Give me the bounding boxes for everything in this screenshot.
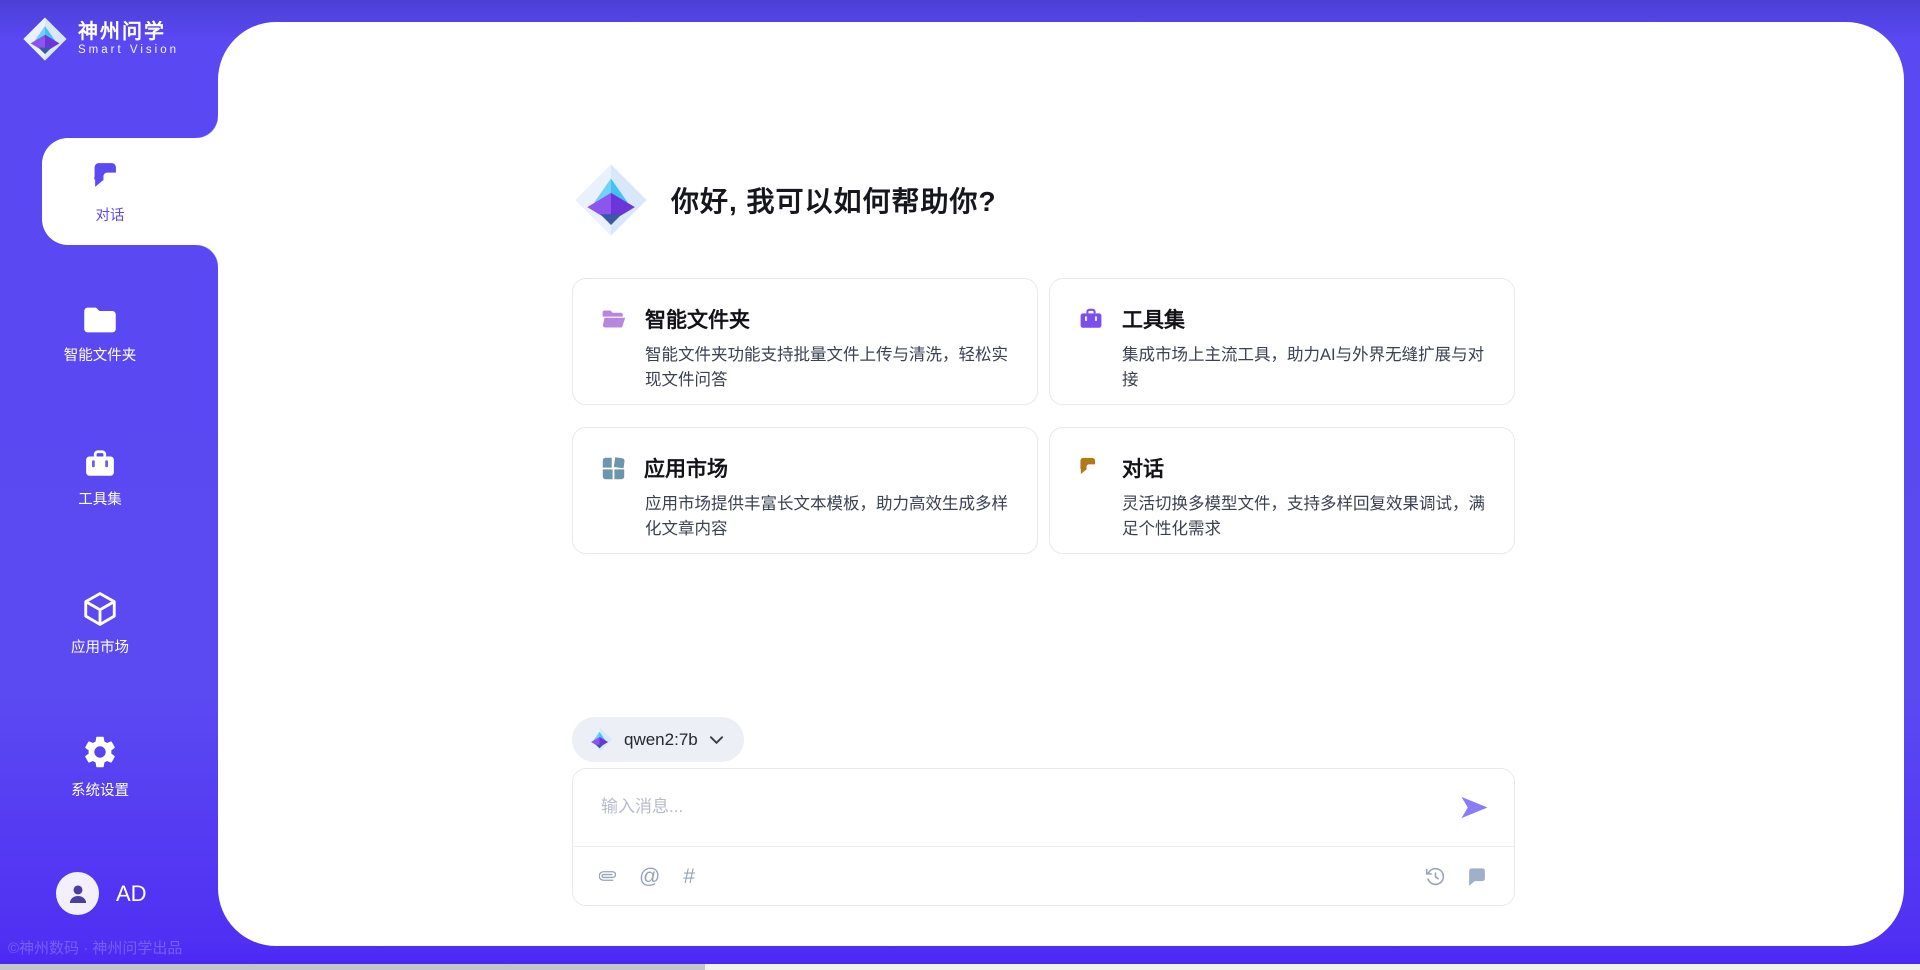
sidebar-item-label: 应用市场: [71, 636, 129, 657]
greeting: 你好, 我可以如何帮助你?: [573, 162, 997, 238]
send-button[interactable]: [1460, 792, 1490, 822]
card-title: 智能文件夹: [645, 304, 750, 334]
greeting-diamond-logo-icon: [573, 162, 649, 238]
main-panel: 你好, 我可以如何帮助你? 智能文件夹 智能文件夹功能支持批量文件上传与清洗，轻…: [218, 22, 1904, 946]
sidebar-item-label: 智能文件夹: [64, 344, 137, 365]
briefcase-icon: [82, 448, 118, 480]
card-chat[interactable]: 对话 灵活切换多模型文件，支持多样回复效果调试，满足个性化需求: [1049, 427, 1515, 554]
send-icon: [1460, 794, 1489, 821]
history-clock-icon: [1425, 866, 1446, 887]
message-composer: @ #: [572, 768, 1515, 906]
chat-icon: [1078, 455, 1104, 481]
sidebar-item-label: 工具集: [78, 488, 122, 509]
card-description: 应用市场提供丰富长文本模板，助力高效生成多样化文章内容: [601, 492, 1009, 542]
brand-subtitle: Smart Vision: [78, 44, 179, 57]
sidebar-item-label: 系统设置: [71, 779, 129, 800]
folder-open-icon: [601, 307, 627, 331]
briefcase-icon: [1078, 307, 1104, 331]
composer-toolbar: @ #: [573, 846, 1514, 905]
history-button[interactable]: [1425, 866, 1446, 887]
folder-icon: [82, 304, 118, 336]
paperclip-icon: [599, 865, 616, 887]
copyright-footer: ©神州数码 · 神州问学出品: [8, 937, 182, 958]
message-input[interactable]: [573, 769, 1403, 843]
mention-button[interactable]: @: [639, 866, 660, 887]
brand-name: 神州问学: [78, 21, 179, 44]
card-app-market[interactable]: 应用市场 应用市场提供丰富长文本模板，助力高效生成多样化文章内容: [572, 427, 1038, 554]
chat-icon: [91, 159, 129, 197]
hashtag-button[interactable]: #: [683, 866, 695, 887]
card-title: 工具集: [1122, 304, 1185, 334]
sidebar: 神州问学 Smart Vision 对话 智能文件夹 工具集: [0, 0, 218, 970]
card-description: 智能文件夹功能支持批量文件上传与清洗，轻松实现文件问答: [601, 343, 1009, 393]
card-toolkit[interactable]: 工具集 集成市场上主流工具，助力AI与外界无缝扩展与对接: [1049, 278, 1515, 405]
sidebar-item-smart-folder[interactable]: 智能文件夹: [0, 304, 200, 365]
message-bubble-icon: [1466, 866, 1488, 887]
app-brand: 神州问学 Smart Vision: [22, 16, 179, 62]
model-selector[interactable]: qwen2:7b: [572, 717, 744, 762]
sidebar-item-settings[interactable]: 系统设置: [0, 733, 200, 800]
feedback-button[interactable]: [1466, 866, 1488, 887]
cube-icon: [81, 590, 119, 628]
sidebar-item-toolkit[interactable]: 工具集: [0, 448, 200, 509]
model-name: qwen2:7b: [624, 730, 698, 750]
grid-icon: [601, 456, 626, 481]
sidebar-item-label: 对话: [96, 204, 125, 225]
card-title: 应用市场: [644, 453, 728, 483]
shortcut-cards: 智能文件夹 智能文件夹功能支持批量文件上传与清洗，轻松实现文件问答 工具集 集成…: [572, 278, 1515, 554]
gear-icon: [81, 733, 119, 771]
avatar: [56, 872, 99, 915]
diamond-logo-icon: [586, 726, 613, 753]
card-title: 对话: [1122, 453, 1164, 483]
hash-icon: #: [683, 866, 695, 887]
user-name: AD: [116, 881, 147, 907]
at-icon: @: [639, 866, 660, 887]
card-smart-folder[interactable]: 智能文件夹 智能文件夹功能支持批量文件上传与清洗，轻松实现文件问答: [572, 278, 1038, 405]
horizontal-scrollbar: [0, 964, 1920, 970]
attach-button[interactable]: [599, 865, 616, 887]
sidebar-item-app-market[interactable]: 应用市场: [0, 590, 200, 657]
horizontal-scrollbar-thumb[interactable]: [0, 964, 705, 970]
greeting-text: 你好, 我可以如何帮助你?: [671, 180, 997, 220]
brand-diamond-logo-icon: [22, 16, 68, 62]
user-profile[interactable]: AD: [56, 872, 147, 915]
sidebar-item-chat[interactable]: 对话: [42, 138, 218, 245]
card-description: 集成市场上主流工具，助力AI与外界无缝扩展与对接: [1078, 343, 1486, 393]
card-description: 灵活切换多模型文件，支持多样回复效果调试，满足个性化需求: [1078, 492, 1486, 542]
chevron-down-icon: [709, 734, 724, 746]
